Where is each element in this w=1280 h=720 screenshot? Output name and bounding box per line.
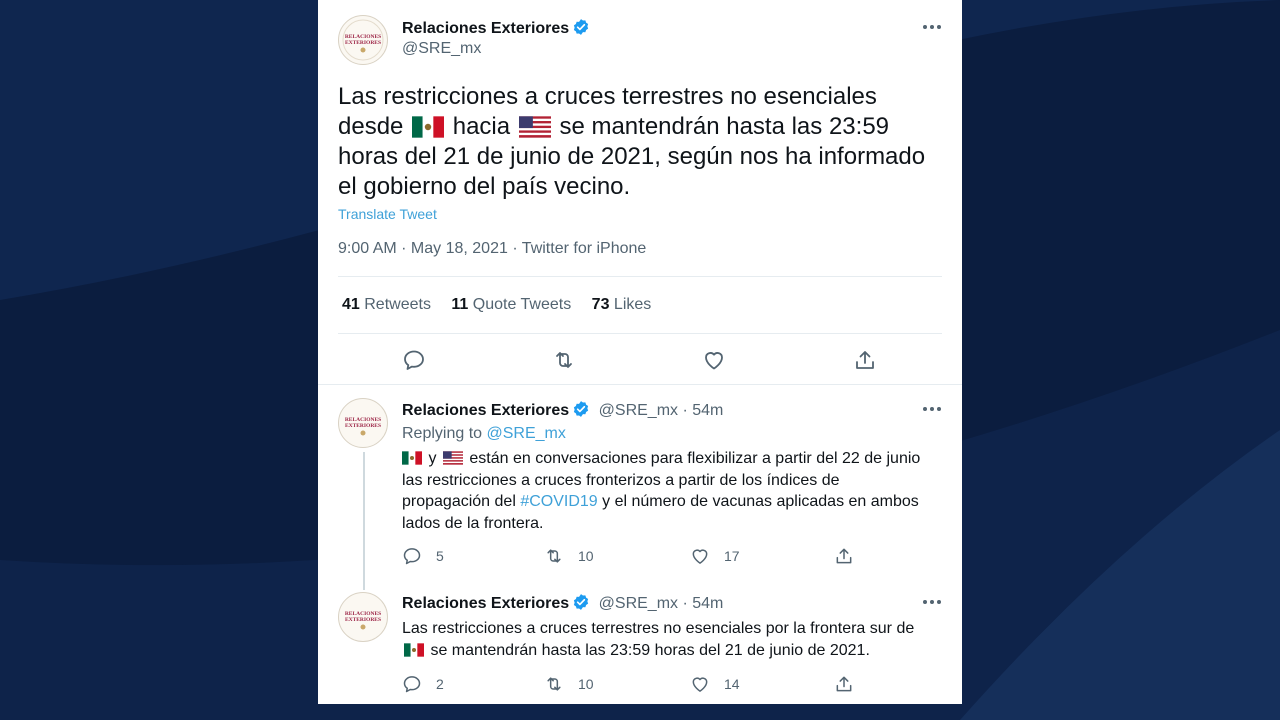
retweets-stat[interactable]: 41 Retweets [342, 296, 431, 313]
reply-text: y están en conversaciones para flexibili… [402, 448, 922, 534]
more-icon[interactable] [922, 406, 942, 412]
usa-flag-icon [518, 116, 551, 138]
divider [318, 384, 962, 385]
author-name-text[interactable]: Relaciones Exteriores [402, 20, 569, 37]
verified-badge-icon [574, 19, 589, 35]
reply-count: 2 [436, 676, 444, 692]
likes-count: 73 [591, 296, 610, 313]
svg-text:EXTERIORES: EXTERIORES [345, 40, 381, 46]
tweet-thread-card: RELACIONES EXTERIORES Relaciones Exterio… [318, 0, 962, 704]
like-button[interactable]: 14 [690, 674, 740, 694]
share-icon [836, 676, 852, 692]
quote-tweets-label: Quote Tweets [472, 296, 572, 313]
author-name[interactable]: Relaciones Exteriores [402, 18, 590, 38]
retweet-icon [547, 549, 561, 563]
divider [338, 333, 942, 334]
likes-stat[interactable]: 73 Likes [592, 296, 652, 313]
divider [338, 276, 942, 277]
reply-icon[interactable] [402, 348, 426, 372]
avatar[interactable]: RELACIONES EXTERIORES [338, 398, 388, 448]
mexico-flag-icon [402, 451, 422, 465]
reply-text: Las restricciones a cruces terrestres no… [402, 618, 922, 661]
reply-count: 5 [436, 548, 444, 564]
sre-logo-icon: RELACIONES EXTERIORES [345, 611, 381, 630]
more-icon[interactable] [922, 599, 942, 605]
reply-button[interactable]: 2 [402, 674, 444, 694]
retweet-icon[interactable] [552, 348, 576, 372]
like-count: 14 [724, 676, 740, 692]
reply-text-y: y [428, 450, 437, 467]
translate-tweet-link[interactable]: Translate Tweet [338, 206, 437, 222]
tweet-timestamp[interactable]: 9:00 AM · May 18, 2021 · Twitter for iPh… [338, 240, 646, 258]
retweet-count: 10 [578, 676, 594, 692]
reply-icon [403, 548, 421, 565]
mexico-flag-icon [404, 642, 424, 657]
retweet-icon [547, 677, 561, 691]
retweet-count: 10 [578, 548, 594, 564]
tweet-text: Las restricciones a cruces terrestres no… [338, 82, 948, 202]
svg-text:EXTERIORES: EXTERIORES [345, 423, 381, 429]
svg-text:EXTERIORES: EXTERIORES [345, 617, 381, 623]
likes-label: Likes [613, 296, 652, 313]
replying-to: Replying to @SRE_mx [402, 425, 566, 443]
share-button[interactable] [834, 674, 868, 694]
share-icon [836, 548, 852, 564]
sre-logo-icon: RELACIONES EXTERIORES [345, 417, 381, 436]
like-button[interactable]: 17 [690, 546, 740, 566]
hashtag-link[interactable]: #COVID19 [520, 493, 597, 510]
like-icon[interactable] [702, 348, 726, 372]
author-name[interactable]: Relaciones Exteriores [402, 595, 569, 612]
like-icon [692, 549, 708, 564]
retweets-count: 41 [342, 296, 360, 313]
handle-time[interactable]: @SRE_mx · 54m [599, 595, 724, 612]
author-name[interactable]: Relaciones Exteriores [402, 402, 569, 419]
more-icon[interactable] [922, 24, 942, 30]
quote-tweets-stat[interactable]: 11 Quote Tweets [451, 296, 571, 313]
verified-badge-icon [574, 594, 589, 610]
verified-badge-icon [574, 401, 589, 417]
like-count: 17 [724, 548, 740, 564]
quote-tweets-count: 11 [451, 296, 469, 313]
sre-logo-icon: RELACIONES EXTERIORES [342, 19, 384, 61]
usa-flag-icon [442, 451, 463, 465]
reply-header: Relaciones Exteriores @SRE_mx · 54m [402, 400, 723, 420]
like-icon [692, 677, 708, 692]
retweet-button[interactable]: 10 [544, 674, 594, 694]
share-button[interactable] [834, 546, 868, 566]
share-icon[interactable] [853, 348, 877, 372]
reply-button[interactable]: 5 [402, 546, 444, 566]
retweet-button[interactable]: 10 [544, 546, 594, 566]
engagement-stats: 41 Retweets 11 Quote Tweets 73 Likes [342, 296, 667, 314]
tweet-text-part2: hacia [452, 113, 511, 140]
thread-connector [363, 452, 365, 590]
avatar[interactable]: RELACIONES EXTERIORES [338, 592, 388, 642]
avatar[interactable]: RELACIONES EXTERIORES [338, 15, 388, 65]
reply-header: Relaciones Exteriores @SRE_mx · 54m [402, 593, 723, 613]
retweets-label: Retweets [364, 296, 431, 313]
handle-time[interactable]: @SRE_mx · 54m [599, 402, 724, 419]
author-handle[interactable]: @SRE_mx [402, 40, 481, 58]
replying-to-link[interactable]: @SRE_mx [487, 425, 566, 442]
replying-label: Replying to [402, 425, 483, 442]
reply-text-part2: se mantendrán hasta las 23:59 horas del … [430, 641, 870, 659]
reply-text-part1: Las restricciones a cruces terrestres no… [402, 620, 915, 637]
mexico-flag-icon [412, 116, 445, 138]
reply-icon [403, 676, 421, 693]
